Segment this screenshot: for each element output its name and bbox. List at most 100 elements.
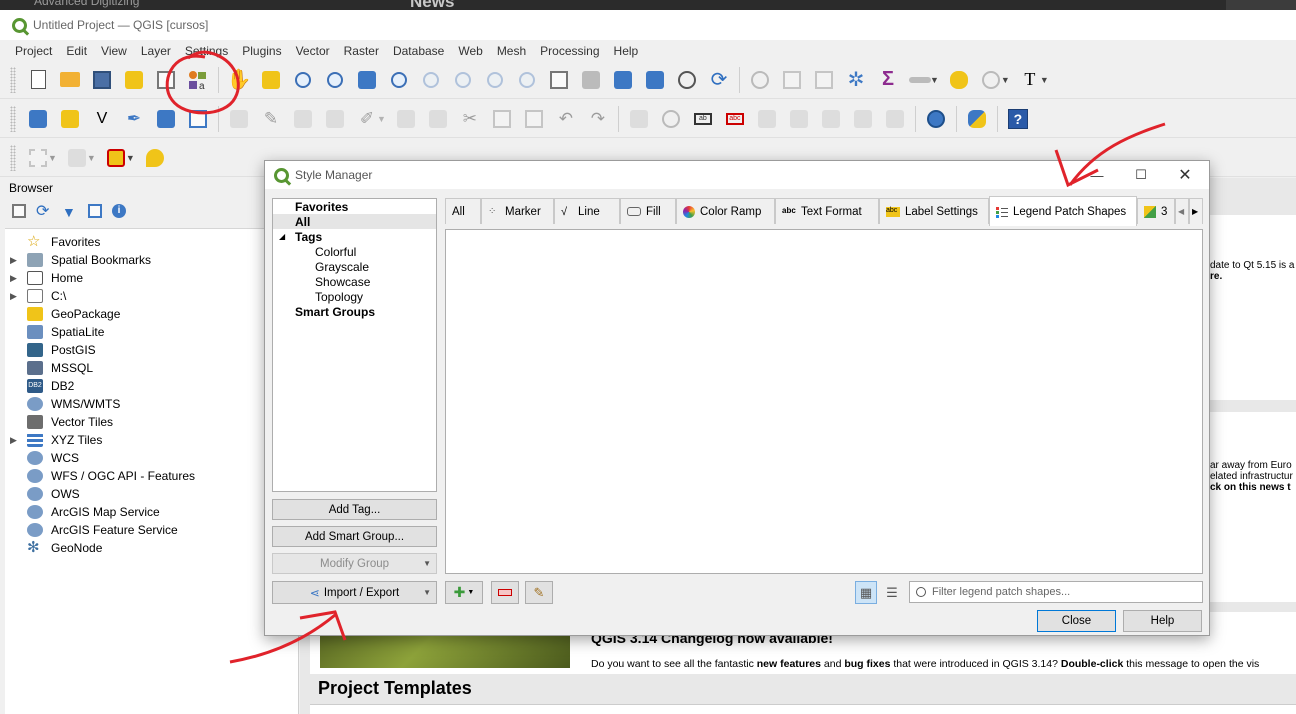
- tree-item-tag[interactable]: Topology: [315, 290, 363, 304]
- statistics-button[interactable]: Σ: [872, 64, 904, 96]
- annotation-dropdown[interactable]: ▼: [1040, 75, 1049, 85]
- new-map-view-button[interactable]: [543, 64, 575, 96]
- expand-arrow-icon[interactable]: ▶: [10, 435, 17, 446]
- show-unplaced-labels-button[interactable]: abc: [719, 103, 751, 135]
- import-export-button[interactable]: ⋖ Import / Export ▼: [272, 581, 437, 604]
- menu-settings[interactable]: Settings: [178, 44, 235, 58]
- tree-item-all[interactable]: All: [295, 215, 310, 229]
- delete-selected-button[interactable]: [422, 103, 454, 135]
- menu-raster[interactable]: Raster: [337, 44, 386, 58]
- toggle-editing-button[interactable]: ✎: [255, 103, 287, 135]
- browser-item-c[interactable]: ▶ C:\: [5, 287, 298, 305]
- browser-item-wfs-ogc-api-features[interactable]: WFS / OGC API - Features: [5, 467, 298, 485]
- tab-scroll-left[interactable]: ◀: [1175, 198, 1189, 224]
- field-calculator-button[interactable]: [808, 64, 840, 96]
- show-hide-labels-button[interactable]: [783, 103, 815, 135]
- new-project-button[interactable]: [22, 64, 54, 96]
- toolbar-grip[interactable]: [10, 144, 16, 171]
- expand-arrow-icon[interactable]: ▶: [10, 273, 17, 284]
- show-bookmarks-button[interactable]: [639, 64, 671, 96]
- deselect-dropdown[interactable]: ▼: [126, 153, 135, 163]
- tab-3d-symbols[interactable]: 3: [1137, 198, 1175, 224]
- icon-view-button[interactable]: ▦: [855, 581, 877, 604]
- add-delimited-text-button[interactable]: ✒: [118, 103, 150, 135]
- menu-vector[interactable]: Vector: [289, 44, 337, 58]
- tree-item-tag[interactable]: Showcase: [315, 275, 370, 289]
- undo-button[interactable]: ↶: [550, 103, 582, 135]
- zoom-next-button[interactable]: [511, 64, 543, 96]
- toolbar-grip[interactable]: [10, 66, 16, 93]
- pin-labels-button[interactable]: [751, 103, 783, 135]
- vertex-dropdown[interactable]: ▼: [377, 114, 386, 124]
- dialog-title-bar[interactable]: Style Manager — ☐ ✕: [265, 161, 1209, 189]
- collapse-arrow-icon[interactable]: ◢: [279, 232, 285, 241]
- modify-group-button[interactable]: Modify Group ▼: [272, 553, 437, 574]
- rotate-label-button[interactable]: [847, 103, 879, 135]
- cut-features-button[interactable]: ✂: [454, 103, 486, 135]
- tab-text-format[interactable]: abc Text Format: [775, 198, 879, 224]
- tab-all[interactable]: All: [445, 198, 481, 224]
- redo-button[interactable]: ↷: [582, 103, 614, 135]
- select-settings-button[interactable]: [975, 64, 1007, 96]
- select-location-button[interactable]: [139, 142, 171, 174]
- close-window-icon[interactable]: ✕: [1169, 165, 1201, 185]
- style-manager-button[interactable]: a: [182, 64, 214, 96]
- tab-marker[interactable]: ⁘ Marker: [481, 198, 554, 224]
- zoom-to-layer-button[interactable]: [415, 64, 447, 96]
- new-3d-view-button[interactable]: [575, 64, 607, 96]
- new-bookmark-button[interactable]: [607, 64, 639, 96]
- menu-view[interactable]: View: [94, 44, 134, 58]
- toolbar-grip[interactable]: [10, 105, 16, 132]
- browser-item-vector-tiles[interactable]: Vector Tiles: [5, 413, 298, 431]
- tab-fill[interactable]: Fill: [620, 198, 676, 224]
- python-console-button[interactable]: [961, 103, 993, 135]
- tab-line[interactable]: √ Line: [554, 198, 620, 224]
- highlight-pinned-labels-button[interactable]: ab: [687, 103, 719, 135]
- modify-attributes-button[interactable]: [390, 103, 422, 135]
- menu-help[interactable]: Help: [607, 44, 646, 58]
- symbol-list-view[interactable]: [445, 229, 1203, 574]
- zoom-to-selection-button[interactable]: [383, 64, 415, 96]
- tab-legend-patch-shapes[interactable]: Legend Patch Shapes: [989, 196, 1137, 226]
- expand-arrow-icon[interactable]: ▶: [10, 255, 17, 266]
- browser-item-favorites[interactable]: ☆ Favorites: [5, 233, 298, 251]
- menu-mesh[interactable]: Mesh: [490, 44, 533, 58]
- new-print-layout-button[interactable]: [118, 64, 150, 96]
- add-smart-group-button[interactable]: Add Smart Group...: [272, 526, 437, 547]
- info-icon[interactable]: i: [112, 204, 126, 218]
- menu-plugins[interactable]: Plugins: [235, 44, 288, 58]
- map-tips-button[interactable]: [943, 64, 975, 96]
- tree-item-tag[interactable]: Colorful: [315, 245, 356, 259]
- browser-item-wcs[interactable]: WCS: [5, 449, 298, 467]
- tab-scroll-right[interactable]: ▶: [1189, 198, 1203, 224]
- menu-layer[interactable]: Layer: [134, 44, 178, 58]
- current-edits-button[interactable]: [223, 103, 255, 135]
- tab-color-ramp[interactable]: Color Ramp: [676, 198, 775, 224]
- menu-web[interactable]: Web: [451, 44, 489, 58]
- refresh-icon[interactable]: ⟳: [36, 204, 52, 220]
- select-value-dropdown[interactable]: ▼: [87, 153, 96, 163]
- add-checkbox-layer-button[interactable]: [182, 103, 214, 135]
- diagram-button[interactable]: [655, 103, 687, 135]
- digitize-button[interactable]: [319, 103, 351, 135]
- browser-item-geonode[interactable]: ✻ GeoNode: [5, 539, 298, 557]
- add-vector-layer-button[interactable]: V: [86, 103, 118, 135]
- browser-item-xyz-tiles[interactable]: ▶ XYZ Tiles: [5, 431, 298, 449]
- menu-database[interactable]: Database: [386, 44, 451, 58]
- move-label-button[interactable]: [815, 103, 847, 135]
- refresh-button[interactable]: ⟳: [703, 64, 735, 96]
- add-tag-button[interactable]: Add Tag...: [272, 499, 437, 520]
- data-source-manager-button[interactable]: [22, 103, 54, 135]
- browser-item-spatial-bookmarks[interactable]: ▶ Spatial Bookmarks: [5, 251, 298, 269]
- change-label-button[interactable]: [879, 103, 911, 135]
- zoom-out-button[interactable]: [319, 64, 351, 96]
- close-button[interactable]: Close: [1037, 610, 1116, 632]
- browser-item-ows[interactable]: OWS: [5, 485, 298, 503]
- toolbox-button[interactable]: ✲: [840, 64, 872, 96]
- plugin-manager-button[interactable]: [920, 103, 952, 135]
- edit-item-button[interactable]: ✎: [525, 581, 553, 604]
- expand-arrow-icon[interactable]: ▶: [10, 291, 17, 302]
- attribute-table-button[interactable]: [776, 64, 808, 96]
- browser-item-arcgis-feature-service[interactable]: ArcGIS Feature Service: [5, 521, 298, 539]
- zoom-native-button[interactable]: [447, 64, 479, 96]
